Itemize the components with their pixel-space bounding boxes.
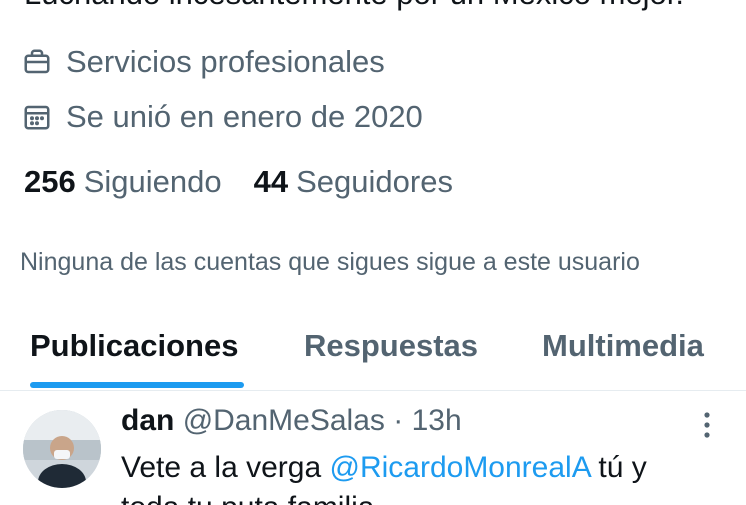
tab-posts[interactable]: Publicaciones	[30, 328, 238, 364]
followers-label: Seguidores	[296, 164, 453, 199]
post-text-part: Vete a la verga	[121, 451, 330, 484]
post-timestamp[interactable]: 13h	[412, 404, 462, 437]
post-separator: ·	[393, 404, 404, 437]
profile-category: Servicios profesionales	[22, 44, 385, 80]
profile-category-label: Servicios profesionales	[66, 44, 385, 79]
more-options-icon[interactable]	[698, 410, 716, 440]
tab-media[interactable]: Multimedia	[542, 328, 704, 364]
briefcase-icon	[22, 47, 52, 77]
post-body: Vete a la verga @RicardoMonrealA tú y to…	[121, 448, 647, 505]
tab-replies[interactable]: Respuestas	[304, 328, 478, 364]
avatar[interactable]	[23, 410, 101, 488]
post-text-line2: toda tu puta familia	[121, 491, 375, 505]
calendar-icon	[22, 102, 52, 132]
follow-counts: 256 Siguiendo 44 Seguidores	[24, 164, 485, 200]
post-item[interactable]: dan @DanMeSalas · 13h Vete a la verga @R…	[0, 392, 746, 505]
profile-joined-label: Se unió en enero de 2020	[66, 99, 423, 134]
post-author-name[interactable]: dan	[121, 404, 174, 437]
following-label: Siguiendo	[83, 164, 222, 199]
post-mention-link[interactable]: @RicardoMonrealA	[329, 451, 590, 484]
profile-joined-date: Se unió en enero de 2020	[22, 99, 423, 135]
followers-count: 44	[253, 164, 289, 199]
mutual-followers-note: Ninguna de las cuentas que sigues sigue …	[20, 248, 640, 276]
post-author-handle[interactable]: @DanMeSalas	[183, 404, 385, 437]
followers-link[interactable]: 44 Seguidores	[254, 164, 453, 200]
profile-tabs: Publicaciones Respuestas Multimedia	[0, 320, 746, 391]
following-link[interactable]: 256 Siguiendo	[24, 164, 222, 200]
profile-page: Luchando incesantemente por un México me…	[0, 0, 746, 505]
profile-bio: Luchando incesantemente por un México me…	[24, 0, 684, 12]
active-tab-indicator	[30, 382, 244, 388]
post-text-part: tú y	[590, 451, 647, 484]
following-count: 256	[24, 164, 76, 199]
post-header: dan @DanMeSalas · 13h	[121, 404, 462, 438]
